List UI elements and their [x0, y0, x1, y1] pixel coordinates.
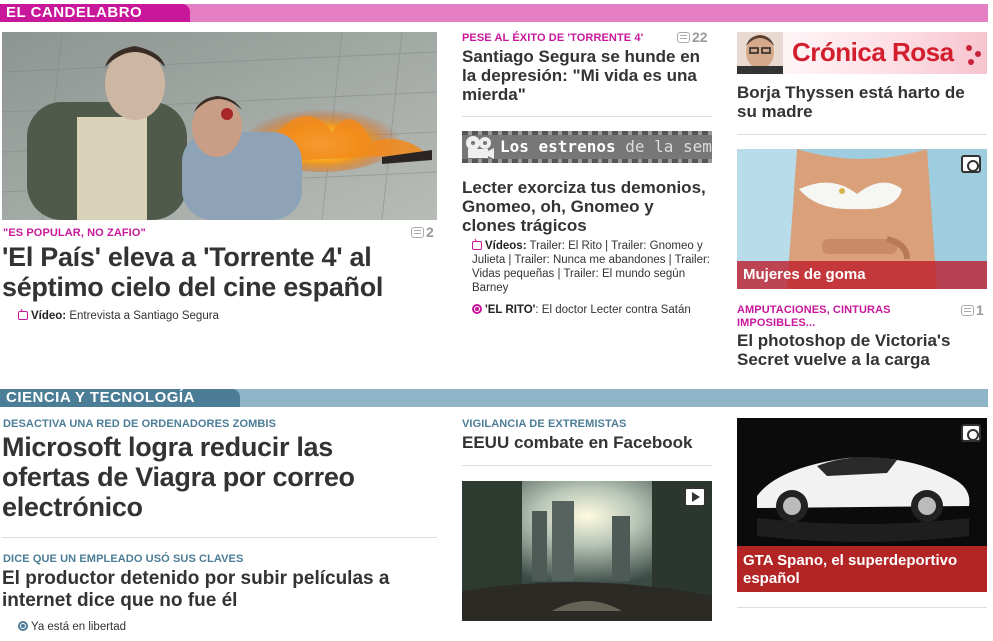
camera-icon	[961, 155, 981, 173]
main-video-link[interactable]: Vídeo: Entrevista a Santiago Segura	[18, 309, 219, 323]
cronica-rosa-title: Crónica Rosa	[792, 37, 954, 67]
mid-kicker[interactable]: PESE AL ÉXITO DE 'TORRENTE 4'	[462, 32, 643, 44]
video-text: Entrevista a Santiago Segura	[69, 310, 219, 322]
estrenos-banner-bold: Los estrenos	[500, 137, 616, 156]
rito-text: : El doctor Lecter contra Satán	[535, 304, 691, 316]
estrenos-videos[interactable]: Vídeos: Trailer: El Rito | Trailer: Gnom…	[472, 239, 712, 295]
eeuu-headline[interactable]: EEUU combate en Facebook	[462, 433, 712, 452]
microsoft-headline[interactable]: Microsoft logra reducir las ofertas de V…	[2, 432, 422, 522]
comment-count-text: 1	[976, 302, 984, 318]
bullet-icon	[472, 304, 482, 314]
tv-icon	[472, 241, 482, 250]
videos-label: Vídeos:	[485, 240, 527, 252]
game-video-thumbnail[interactable]	[462, 481, 712, 621]
rito-label: 'EL RITO'	[485, 304, 536, 316]
comment-icon	[677, 31, 690, 43]
productor-kicker[interactable]: DICE QUE UN EMPLEADO USÓ SUS CLAVES	[3, 553, 243, 565]
comment-icon	[961, 304, 974, 316]
rito-link[interactable]: 'EL RITO': El doctor Lecter contra Satán	[472, 303, 691, 317]
productor-link-text: Ya está en libertad	[31, 621, 127, 633]
goma-kicker[interactable]: AMPUTACIONES, CINTURAS IMPOSIBLES...	[737, 304, 947, 330]
mujeres-goma-photo[interactable]: Mujeres de goma	[737, 149, 987, 289]
estrenos-headline[interactable]: Lecter exorciza tus demonios, Gnomeo, oh…	[462, 178, 712, 235]
video-label: Vídeo:	[31, 310, 67, 322]
bullet-icon	[18, 621, 28, 631]
film-reel-icon	[464, 134, 494, 160]
productor-headline[interactable]: El productor detenido por subir película…	[2, 568, 432, 612]
estrenos-banner-rest: de la sem	[625, 137, 712, 156]
torrente-photo[interactable]	[2, 32, 437, 220]
mujeres-goma-caption: Mujeres de goma	[737, 261, 987, 289]
section-bar-ciencia: CIENCIA Y TECNOLOGÍA	[0, 389, 988, 407]
section-bar-candelabro: EL CANDELABRO	[0, 4, 988, 22]
estrenos-banner[interactable]: Los estrenos de la sem	[462, 131, 712, 163]
divider	[462, 465, 712, 466]
section-title-candelabro[interactable]: EL CANDELABRO	[0, 4, 190, 22]
mid-headline[interactable]: Santiago Segura se hunde en la depresión…	[462, 47, 707, 104]
cronica-rosa-banner[interactable]: Crónica Rosa	[737, 32, 987, 74]
goma-headline[interactable]: El photoshop de Victoria's Secret vuelve…	[737, 331, 982, 369]
eeuu-kicker[interactable]: VIGILANCIA DE EXTREMISTAS	[462, 418, 626, 430]
author-avatar	[737, 32, 783, 74]
rose-petals-icon	[961, 40, 985, 70]
divider	[462, 116, 712, 117]
divider	[2, 537, 437, 538]
comment-count-text: 2	[426, 224, 434, 240]
microsoft-kicker[interactable]: DESACTIVA UNA RED DE ORDENADORES ZOMBIS	[3, 418, 276, 430]
divider	[737, 607, 987, 608]
gta-caption: GTA Spano, el superdeportivo español	[737, 546, 987, 592]
tv-icon	[18, 311, 28, 320]
goma-comment-count[interactable]: 1	[961, 302, 984, 318]
productor-link[interactable]: Ya está en libertad	[18, 620, 126, 634]
main-headline[interactable]: 'El País' eleva a 'Torrente 4' al séptim…	[2, 242, 432, 302]
gta-spano-photo[interactable]: GTA Spano, el superdeportivo español	[737, 418, 987, 592]
divider	[737, 134, 987, 135]
mid-comment-count[interactable]: 22	[677, 29, 708, 45]
camera-icon	[961, 424, 981, 442]
main-kicker[interactable]: "ES POPULAR, NO ZAFIO"	[3, 227, 146, 239]
cronica-headline[interactable]: Borja Thyssen está harto de su madre	[737, 83, 982, 121]
comment-icon	[411, 226, 424, 238]
comment-count-text: 22	[692, 29, 708, 45]
section-title-ciencia[interactable]: CIENCIA Y TECNOLOGÍA	[0, 389, 240, 407]
play-icon[interactable]	[684, 487, 706, 507]
main-comment-count[interactable]: 2	[411, 224, 434, 240]
